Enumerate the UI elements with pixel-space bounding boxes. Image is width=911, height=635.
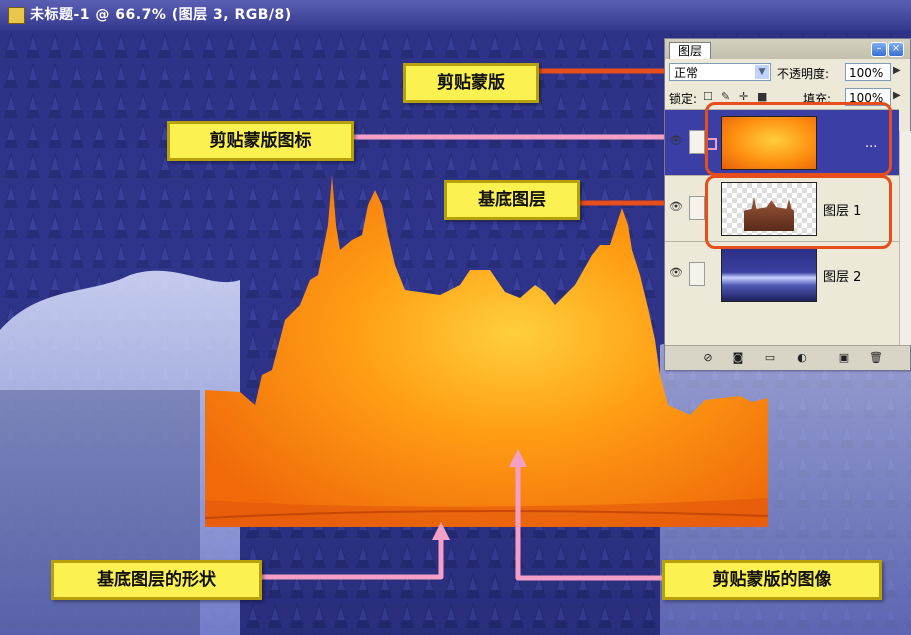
trash-icon[interactable]: 🗑 [869, 351, 883, 365]
callout-clipping-mask-image: 剪贴蒙版的图像 [662, 560, 882, 600]
callout-clipping-mask-icon: 剪贴蒙版图标 [167, 121, 354, 161]
panel-scrollbar[interactable] [899, 131, 911, 345]
new-layer-icon[interactable]: ▣ [837, 351, 851, 365]
layer-row-2[interactable]: 👁 图层 2 [665, 241, 899, 308]
blend-mode-select[interactable]: 正常 ▼ [669, 63, 771, 81]
lock-brush-icon[interactable]: ✎ [721, 91, 732, 102]
opacity-label: 不透明度: [777, 67, 830, 81]
blend-mode-value: 正常 [674, 66, 699, 80]
blend-row: 正常 ▼ 不透明度: 100% ▶ [665, 61, 910, 85]
eye-icon[interactable]: 👁 [669, 135, 683, 146]
document-canvas[interactable]: 图层 – × 正常 ▼ 不透明度: 100% ▶ 锁定: ☐ ✎ ✛ ■ 填充: [0, 30, 911, 635]
document-title: 未标题-1 @ 66.7% (图层 3, RGB/8) [30, 7, 292, 23]
highlight-base-layer [705, 175, 892, 249]
eye-icon[interactable]: 👁 [669, 267, 683, 278]
adjustment-layer-icon[interactable]: ◐ [795, 351, 809, 365]
lock-transparency-icon[interactable]: ☐ [703, 91, 714, 102]
lock-all-icon[interactable]: ■ [757, 91, 768, 102]
new-group-icon[interactable]: ▭ [763, 351, 777, 365]
callout-base-layer: 基底图层 [444, 180, 580, 220]
chevron-down-icon[interactable]: ▼ [755, 65, 769, 79]
eye-icon[interactable]: 👁 [669, 201, 683, 212]
link-layers-icon[interactable] [689, 130, 705, 154]
opacity-field[interactable]: 100% [845, 63, 891, 81]
close-icon[interactable]: × [888, 42, 904, 57]
layer-name[interactable]: 图层 2 [823, 266, 861, 285]
opacity-arrow-icon[interactable]: ▶ [893, 65, 901, 76]
tab-layers[interactable]: 图层 [669, 42, 712, 59]
highlight-clipping-layer [705, 102, 892, 176]
lock-move-icon[interactable]: ✛ [739, 91, 750, 102]
document-window: 未标题-1 @ 66.7% (图层 3, RGB/8) 图层 – × 正常 ▼ … [0, 0, 911, 635]
link-layers-icon[interactable] [689, 262, 705, 286]
fill-arrow-icon[interactable]: ▶ [893, 90, 901, 101]
panel-toolbar: ⊘ ◙ ▭ ◐ ▣ 🗑 [665, 345, 910, 370]
layer-thumbnail-2 [721, 248, 817, 302]
title-bar: 未标题-1 @ 66.7% (图层 3, RGB/8) [0, 0, 911, 30]
panel-header: 图层 – × [665, 39, 910, 59]
add-mask-icon[interactable]: ◙ [731, 351, 745, 365]
link-layers-icon[interactable] [689, 196, 705, 220]
callout-base-layer-shape: 基底图层的形状 [51, 560, 262, 600]
callout-clipping-mask: 剪贴蒙版 [403, 63, 539, 103]
minimize-icon[interactable]: – [871, 42, 887, 57]
lock-label: 锁定: [669, 92, 698, 106]
app-icon [8, 7, 25, 24]
layer-style-icon[interactable]: ⊘ [701, 351, 715, 365]
